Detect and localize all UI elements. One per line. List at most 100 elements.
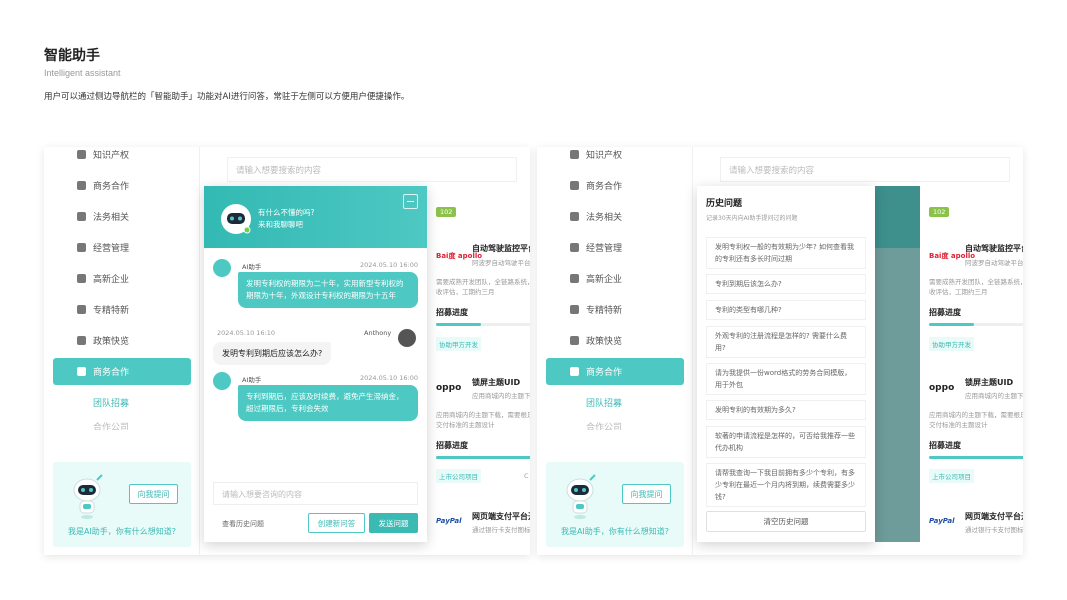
robot-mascot-icon: [566, 474, 596, 519]
count-badge: 102: [929, 207, 950, 217]
sidebar-item-label: 专精特新: [93, 306, 130, 316]
sidebar-item-specialized[interactable]: 专精特新: [53, 294, 191, 325]
location-icon: [570, 150, 579, 159]
sidebar-item-label: 专精特新: [586, 306, 623, 316]
medal-icon: [77, 243, 86, 252]
sidebar-item-label: 政策快览: [93, 337, 130, 347]
history-question[interactable]: 外观专利的注册流程是怎样的? 需要什么费用?: [706, 326, 866, 358]
sidebar-item-legal[interactable]: 法务相关: [53, 201, 191, 232]
ai-promo-card: 向我提问 我是AI助手，你有什么想知道?: [546, 462, 684, 547]
sidebar-item-business[interactable]: 商务合作: [53, 170, 191, 201]
screen-chat: 知识产权 商务合作 法务相关 经营管理 高新企业 专精特新 政策快览 商务合作 …: [44, 147, 530, 555]
sidebar-subitem-recruit[interactable]: 团队招募: [546, 387, 684, 418]
send-button[interactable]: 发送问题: [369, 513, 418, 533]
card-subtitle: 通过银行卡支付图标: [965, 526, 1023, 534]
sidebar-item-label: 商务合作: [586, 182, 623, 192]
recruit-progress-bar: [929, 323, 1023, 326]
history-question[interactable]: 请帮我查询一下我目前拥有多少个专利，有多少专利在最近一个月内将到期，续费需要多少…: [706, 463, 866, 507]
card-subtitle: 应用商城内的主题下载: [965, 392, 1023, 400]
sidebar-item-label: 商务合作: [586, 368, 623, 378]
sidebar-item-cooperation-active[interactable]: 商务合作: [546, 358, 684, 385]
card-title[interactable]: 自动驾驶监控平台: [965, 243, 1023, 254]
sidebar-item-ip[interactable]: 知识产权: [546, 147, 684, 170]
chat-input[interactable]: 请输入想要咨询的内容: [213, 482, 418, 505]
history-question[interactable]: 专利到期后该怎么办?: [706, 274, 866, 294]
history-question[interactable]: 发明专利权一般的有效期为少年? 如何查看我的专利还有多长时间过期: [706, 237, 866, 269]
card-subtitle: 阿波罗自动驾驶平台: [472, 259, 530, 267]
sidebar-item-management[interactable]: 经营管理: [546, 232, 684, 263]
new-chat-button[interactable]: 创建新问答: [308, 513, 365, 533]
history-question[interactable]: 请为我提供一份word格式的劳务合同模版，用于外包: [706, 363, 866, 395]
paypal-logo: PayPal: [929, 517, 955, 525]
sidebar-item-management[interactable]: 经营管理: [53, 232, 191, 263]
building-icon: [77, 274, 86, 283]
ask-ai-button[interactable]: 向我提问: [129, 484, 178, 504]
sidebar-item-label: 知识产权: [586, 151, 623, 161]
history-title: 历史问题: [706, 199, 743, 209]
ai-promo-card: 向我提问 我是AI助手，你有什么想知道?: [53, 462, 191, 547]
sidebar-item-business[interactable]: 商务合作: [546, 170, 684, 201]
ask-ai-button[interactable]: 向我提问: [622, 484, 671, 504]
sidebar-item-label: 高新企业: [586, 275, 623, 285]
ai-message-bubble: 专利到期后，应该及时续费，避免产生滞纳金，超过期限后，专利会失效: [238, 385, 418, 421]
card-description: 应用商城内的主题下载，需要根足交付标准的主题设计: [436, 411, 530, 429]
message-sender: Anthony: [364, 329, 392, 337]
card-subtitle: 通过银行卡支付图标: [472, 526, 530, 534]
view-history-link[interactable]: 查看历史问题: [222, 519, 264, 529]
recruit-progress-bar: [436, 323, 530, 326]
robot-avatar-icon: [221, 204, 251, 234]
recruit-progress-bar: [436, 456, 530, 459]
search-input[interactable]: 请输入想要搜索的内容: [227, 157, 517, 182]
card-title[interactable]: 自动驾驶监控平台: [472, 243, 530, 254]
history-question[interactable]: 发明专利的有效期为多久?: [706, 400, 866, 420]
card-tag: 上市公司项目: [436, 469, 481, 483]
people-icon: [77, 367, 86, 376]
sidebar-item-ip[interactable]: 知识产权: [53, 147, 191, 170]
minimize-button[interactable]: [403, 194, 418, 209]
card-title[interactable]: 锁屏主题UID: [965, 377, 1013, 388]
shield-icon: [570, 336, 579, 345]
sidebar-item-label: 法务相关: [93, 213, 130, 223]
sidebar-item-policy[interactable]: 政策快览: [53, 325, 191, 356]
card-description: 需要成熟开发团队，全链路系统，收评估，工期约三月: [929, 278, 1023, 296]
card-title[interactable]: 网页端支付平台开: [472, 511, 530, 522]
message-time: 2024.05.10 16:00: [360, 261, 419, 269]
card-description: 应用商城内的主题下载，需要根足交付标准的主题设计: [929, 411, 1023, 429]
history-question[interactable]: 软著的申请流程是怎样的，可否给我推荐一些代办机构: [706, 426, 866, 458]
sidebar-item-label: 经营管理: [93, 244, 130, 254]
card-title[interactable]: 网页端支付平台开: [965, 511, 1023, 522]
sidebar: 知识产权 商务合作 法务相关 经营管理 高新企业 专精特新 政策快览 商务合作 …: [44, 147, 200, 555]
user-message-bubble: 发明专利到期后应该怎么办?: [213, 342, 332, 365]
sidebar-nav: 知识产权 商务合作 法务相关 经营管理 高新企业 专精特新 政策快览 商务合作 …: [546, 147, 684, 430]
people-icon: [570, 367, 579, 376]
sidebar-subitem-partners[interactable]: 合作公司: [546, 418, 684, 430]
chat-header: 有什么不懂的吗? 来和我聊聊吧: [204, 186, 427, 248]
sidebar-item-label: 团队招募: [93, 399, 130, 409]
paypal-logo: PayPal: [436, 517, 462, 525]
sidebar-item-legal[interactable]: 法务相关: [546, 201, 684, 232]
history-question[interactable]: 专利的类型有哪几种?: [706, 300, 866, 320]
sidebar-item-label: 商务合作: [93, 182, 130, 192]
search-input[interactable]: 请输入想要搜索的内容: [720, 157, 1010, 182]
recruit-progress-label: 招募进度: [436, 441, 468, 450]
card-title[interactable]: 锁屏主题UID: [472, 377, 520, 388]
sidebar-item-specialized[interactable]: 专精特新: [546, 294, 684, 325]
bell-icon: [570, 212, 579, 221]
sidebar-subitem-partners[interactable]: 合作公司: [53, 418, 191, 430]
sidebar-item-policy[interactable]: 政策快览: [546, 325, 684, 356]
user-avatar: [398, 329, 416, 347]
screen-history: 知识产权 商务合作 法务相关 经营管理 高新企业 专精特新 政策快览 商务合作 …: [537, 147, 1023, 555]
sidebar-subitem-recruit[interactable]: 团队招募: [53, 387, 191, 418]
sidebar-item-cooperation-active[interactable]: 商务合作: [53, 358, 191, 385]
sidebar-item-label: 知识产权: [93, 151, 130, 161]
sidebar-item-hightech[interactable]: 高新企业: [53, 263, 191, 294]
robot-mascot-icon: [73, 474, 103, 519]
card-subtitle: 应用商城内的主题下载: [472, 392, 530, 400]
history-panel: 历史问题 记录30天内向AI助手提问过的问题 发明专利权一般的有效期为少年? 如…: [697, 186, 875, 542]
message-sender: AI助手: [242, 376, 262, 384]
card-tag: 协助甲方开发: [436, 337, 481, 351]
hexagon-icon: [570, 181, 579, 190]
clear-history-button[interactable]: 清空历史问题: [706, 511, 866, 532]
sidebar-item-hightech[interactable]: 高新企业: [546, 263, 684, 294]
recruit-progress-label: 招募进度: [436, 308, 468, 317]
